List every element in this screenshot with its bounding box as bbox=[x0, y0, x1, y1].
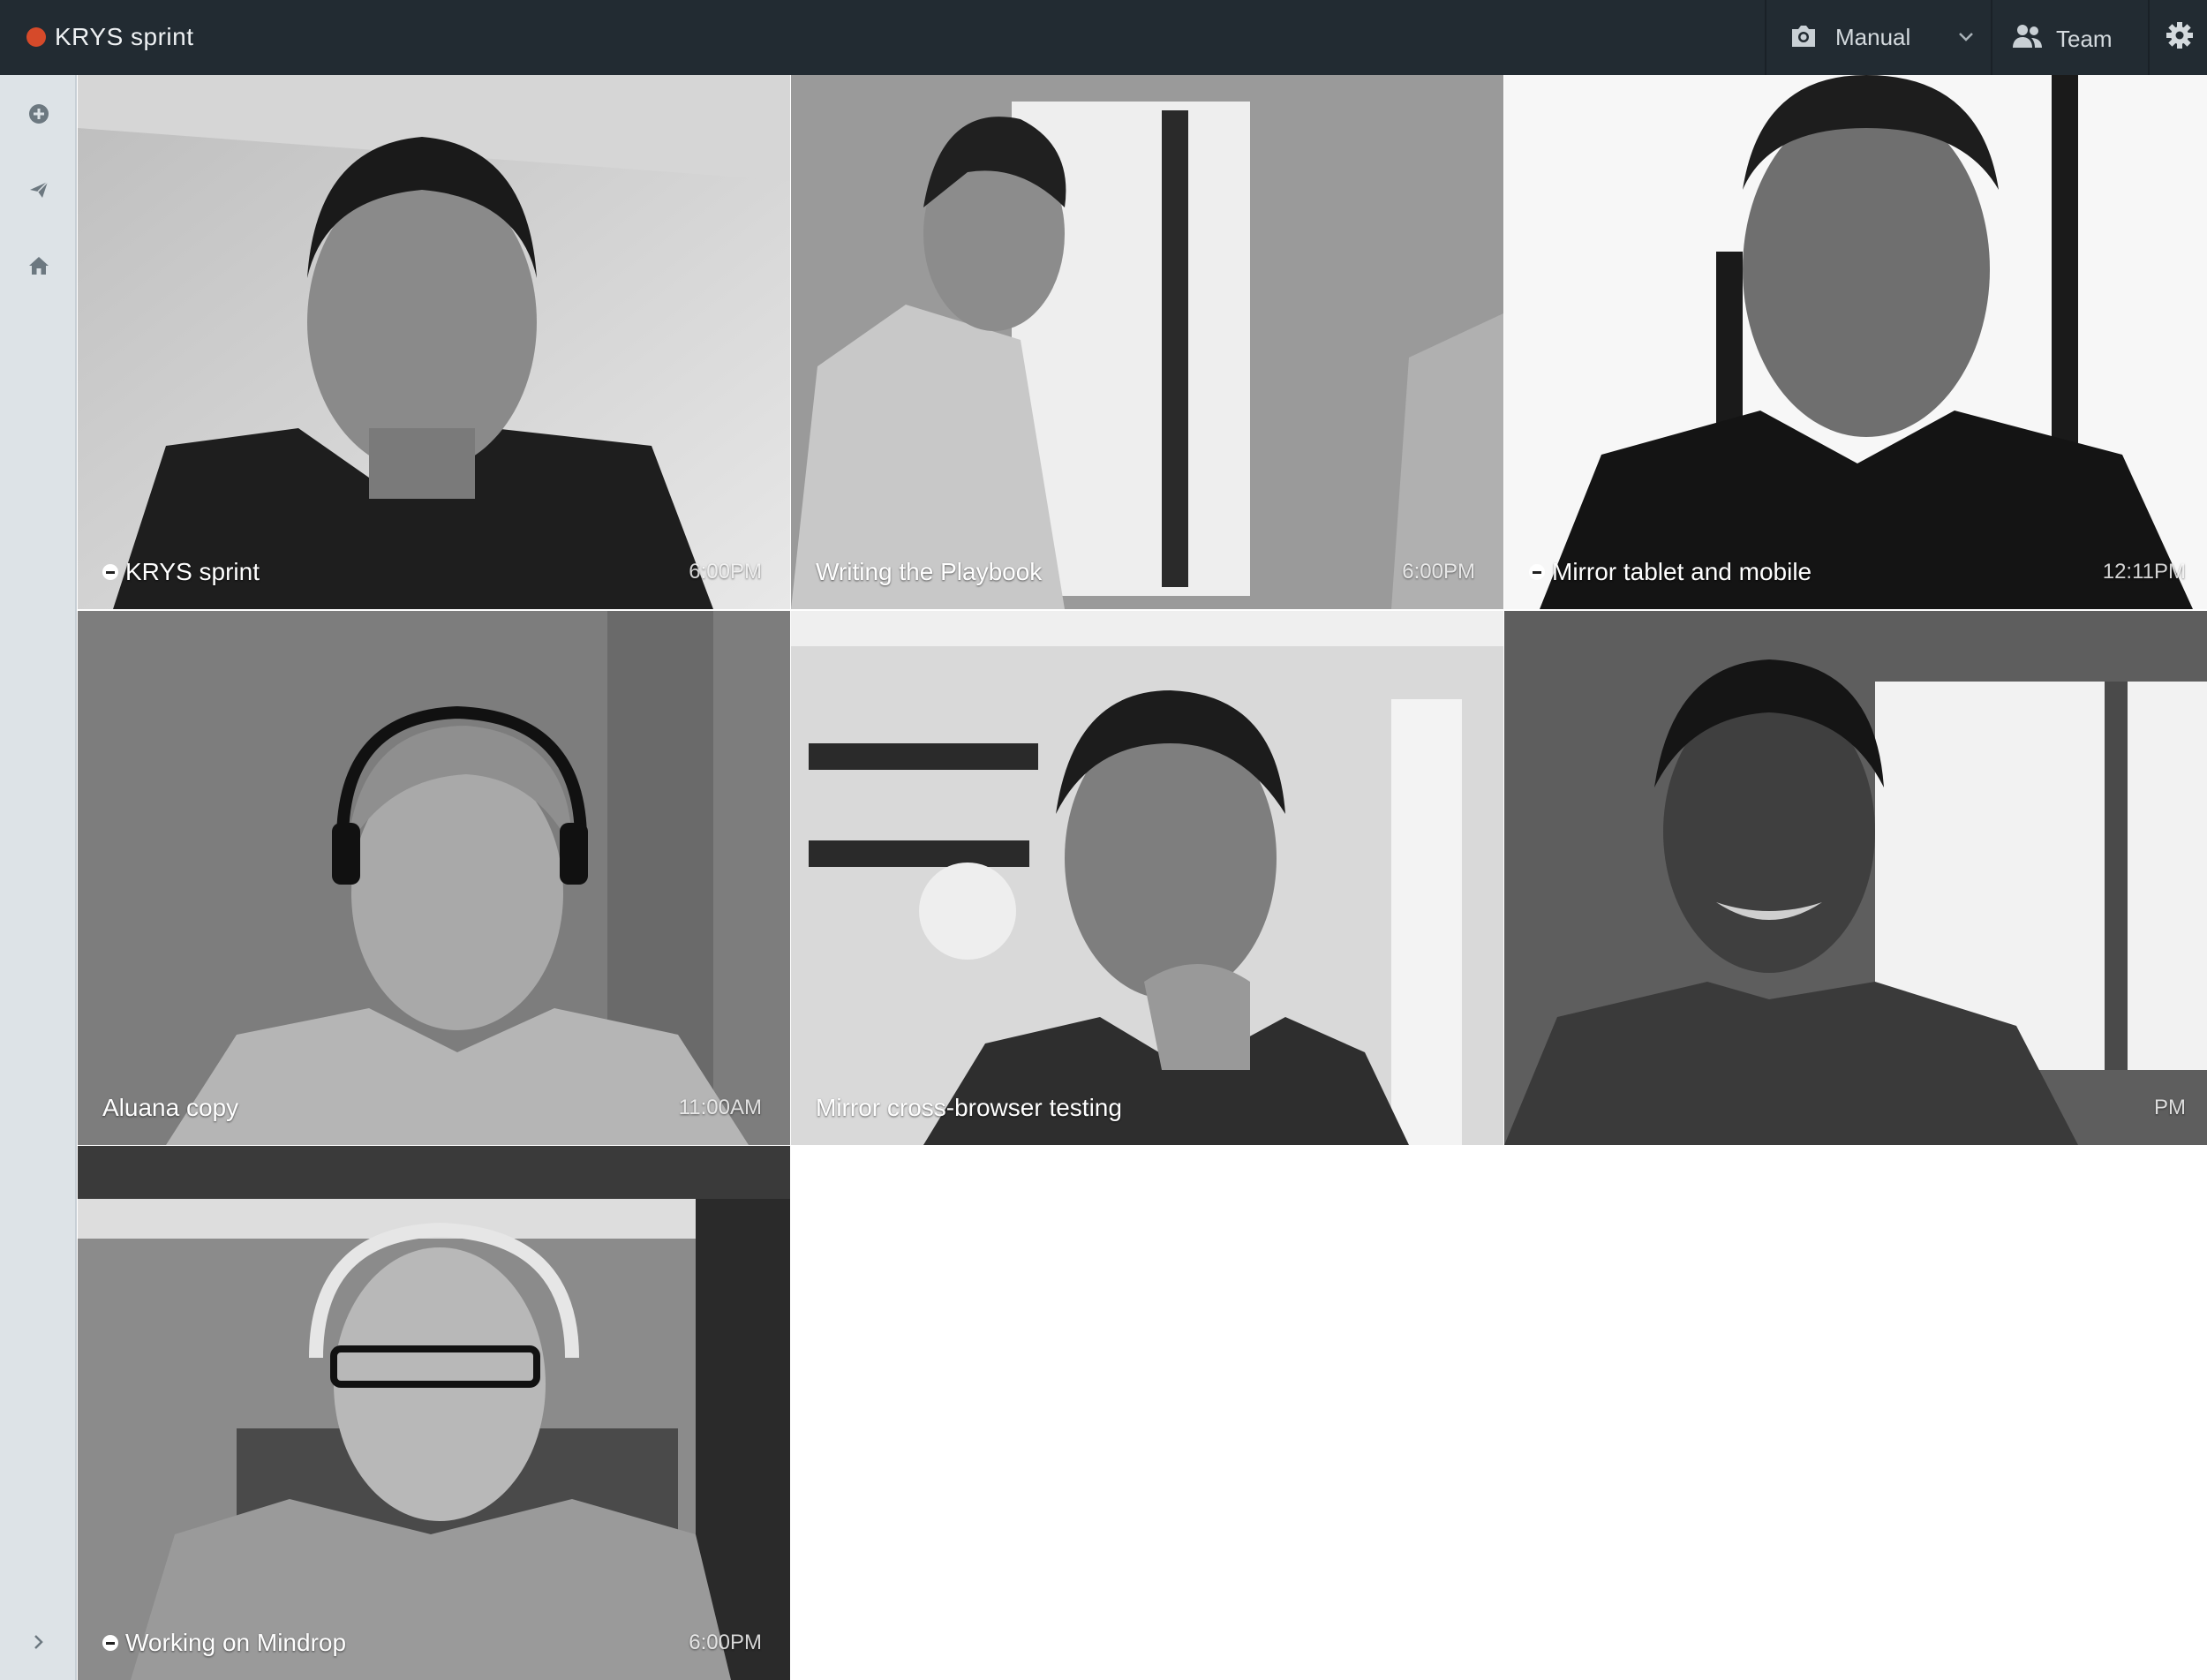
team-icon bbox=[2013, 25, 2042, 48]
tile-title: Working on Mindrop bbox=[125, 1629, 347, 1656]
team-label: Team bbox=[2056, 26, 2113, 52]
top-bar: KRYS sprint Manual Team bbox=[0, 0, 2207, 75]
tile-title: Writing the Playbook bbox=[816, 558, 1043, 585]
tile-caption: Writing the Playbook bbox=[816, 558, 1042, 586]
video-tile[interactable]: Mirror tablet and mobile 12:11PM bbox=[1504, 75, 2207, 609]
participant-video bbox=[1504, 75, 2207, 609]
room-title: KRYS sprint bbox=[55, 23, 194, 50]
participant-video bbox=[78, 611, 790, 1145]
participant-video bbox=[78, 1146, 790, 1680]
recording-indicator bbox=[26, 27, 46, 47]
send-button[interactable] bbox=[23, 174, 55, 206]
settings-button[interactable] bbox=[2148, 0, 2207, 75]
video-tile[interactable]: KRYS sprint 6:00PM bbox=[78, 75, 790, 609]
participant-video bbox=[1504, 611, 2207, 1145]
video-tile[interactable]: Writing the Playbook 6:00PM bbox=[791, 75, 1503, 609]
add-button[interactable] bbox=[23, 98, 55, 130]
tile-time: 12:11PM bbox=[2102, 560, 2186, 584]
team-button[interactable]: Team bbox=[1991, 0, 2148, 75]
status-icon bbox=[102, 1635, 118, 1651]
tile-title: Mirror tablet and mobile bbox=[1552, 558, 1812, 585]
tile-caption: Mirror tablet and mobile bbox=[1529, 558, 1812, 586]
tile-title: Mirror cross-browser testing bbox=[816, 1094, 1122, 1121]
expand-sidebar-button[interactable] bbox=[23, 1626, 55, 1658]
chevron-right-icon bbox=[34, 1635, 43, 1649]
tile-caption: Working on Mindrop bbox=[102, 1629, 346, 1657]
camera-icon bbox=[1792, 26, 1815, 47]
chevron-down-icon bbox=[1959, 33, 1973, 41]
tile-caption: KRYS sprint bbox=[102, 558, 260, 586]
capture-mode-dropdown[interactable]: Manual bbox=[1765, 0, 1991, 75]
tile-caption: Aluana copy bbox=[102, 1094, 238, 1122]
sidebar bbox=[0, 75, 77, 1680]
tile-title: KRYS sprint bbox=[125, 558, 260, 585]
tile-caption: Mirror cross-browser testing bbox=[816, 1094, 1122, 1122]
tile-time: 6:00PM bbox=[689, 1631, 762, 1654]
add-circle-icon bbox=[29, 104, 49, 124]
tile-title: Aluana copy bbox=[102, 1094, 239, 1121]
video-tile[interactable]: Mirror cross-browser testing bbox=[791, 611, 1503, 1145]
tile-time: PM bbox=[2154, 1096, 2186, 1119]
send-icon bbox=[30, 181, 49, 198]
tile-time: 6:00PM bbox=[689, 560, 762, 584]
video-tile[interactable]: Working on Mindrop 6:00PM bbox=[78, 1146, 790, 1680]
status-icon bbox=[1529, 564, 1545, 580]
home-icon bbox=[29, 257, 49, 275]
tile-time: 11:00AM bbox=[678, 1096, 762, 1119]
home-button[interactable] bbox=[23, 250, 55, 282]
participant-video bbox=[791, 611, 1503, 1145]
video-tile[interactable]: PM bbox=[1504, 611, 2207, 1145]
gear-icon bbox=[2166, 22, 2193, 49]
video-tile[interactable]: Aluana copy 11:00AM bbox=[78, 611, 790, 1145]
tile-time: 6:00PM bbox=[1402, 560, 1475, 584]
participant-video bbox=[78, 75, 790, 609]
capture-mode-label: Manual bbox=[1835, 24, 1911, 50]
status-icon bbox=[102, 564, 118, 580]
participant-video bbox=[791, 75, 1503, 609]
